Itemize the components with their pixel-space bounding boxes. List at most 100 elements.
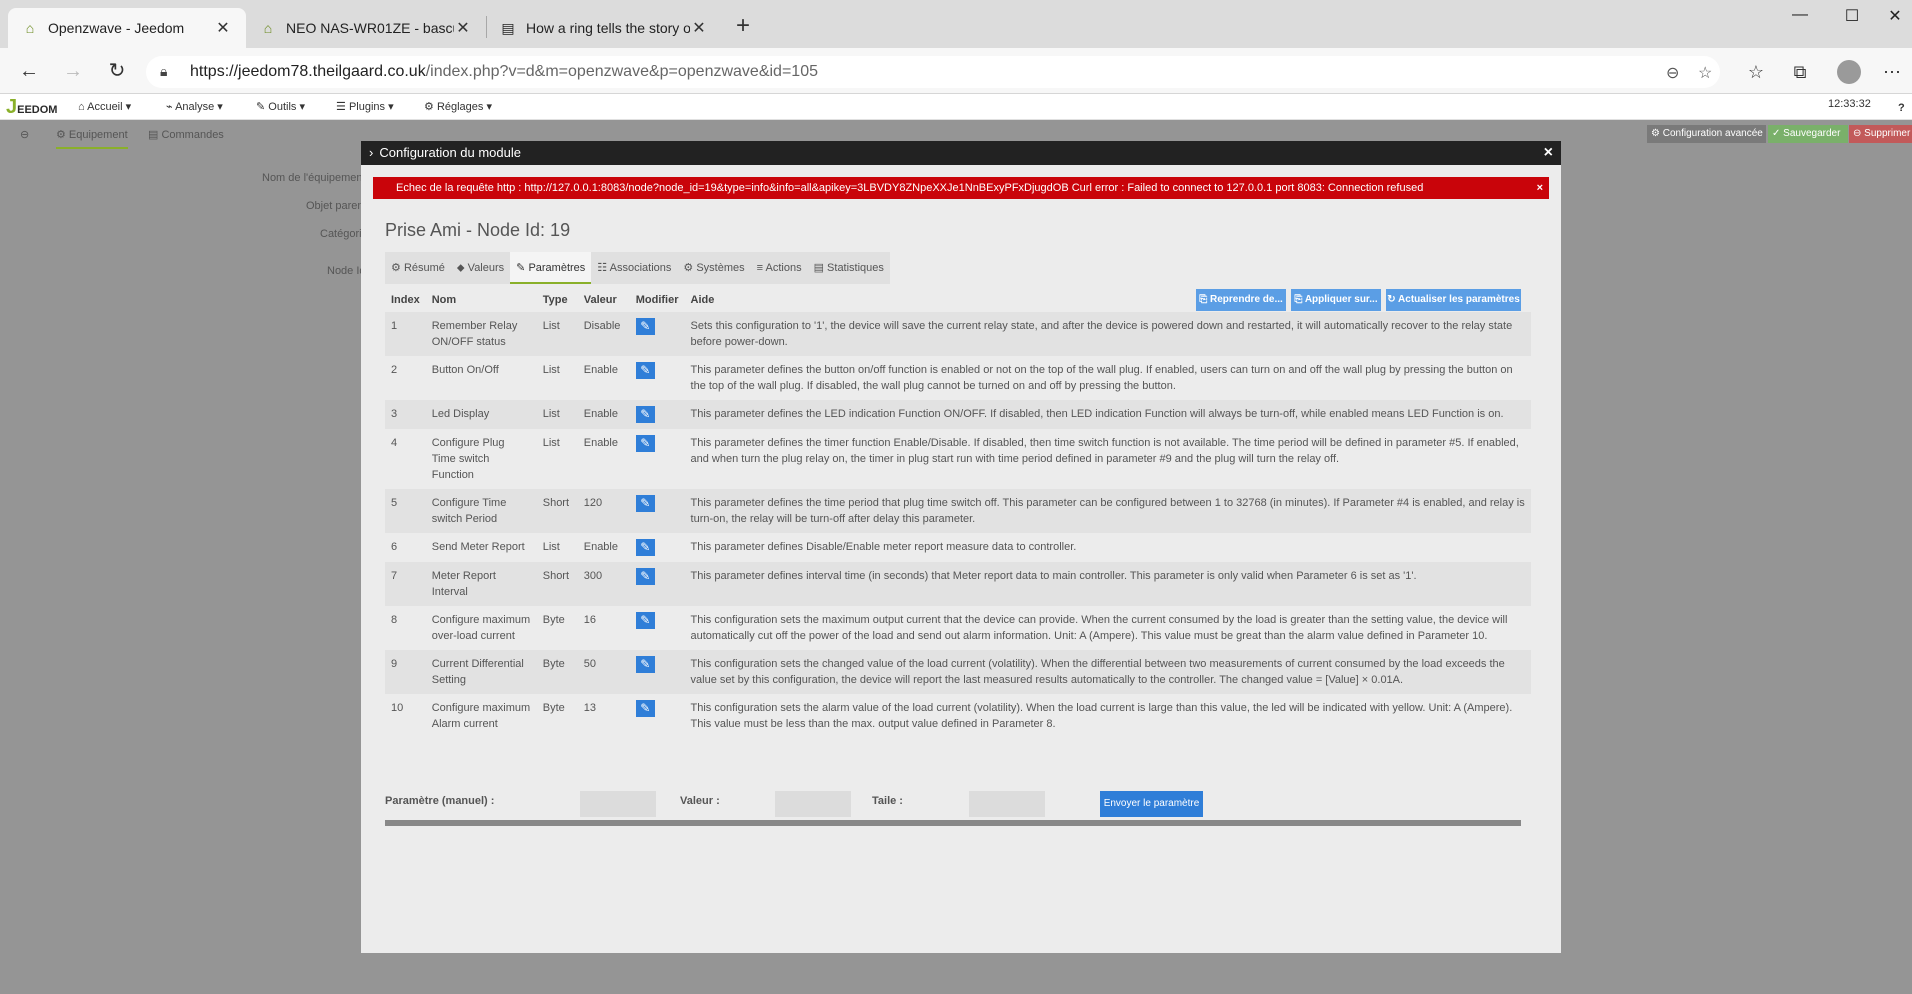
manual-param-input[interactable] [580,791,656,817]
edit-wrench-icon[interactable]: ✎ [635,318,655,335]
maximize-icon[interactable]: ☐ [1837,6,1867,26]
param-value: Enable [577,400,630,429]
tab-actions[interactable]: ≡ Actions [751,252,808,284]
param-help: This configuration sets the changed valu… [684,650,1531,694]
param-name: Configure maximum Alarm current [425,694,537,738]
jeedom-favicon-icon: ⌂ [263,20,273,36]
param-value: Enable [577,356,630,400]
forward-arrow-icon[interactable]: → [58,56,88,86]
label-node-id: Node Id [327,265,366,277]
address-bar[interactable]: 🔒︎ https://jeedom78.theilgaard.co.uk/ind… [146,56,1720,88]
more-menu-icon[interactable]: ⋯ [1880,62,1904,83]
help-icon[interactable]: ? [1898,102,1905,114]
zoom-icon[interactable]: ⊖ [1666,63,1679,83]
tab-systemes[interactable]: ⚙ Systèmes [677,252,750,284]
param-value: Enable [577,429,630,489]
tab-parametres[interactable]: ✎ Paramètres [510,252,592,284]
new-tab-button[interactable]: + [728,12,758,40]
param-name: Remember Relay ON/OFF status [425,312,537,356]
tab-commandes[interactable]: ▤ Commandes [148,128,224,141]
close-icon[interactable]: × [1544,141,1553,165]
menu-outils[interactable]: ✎ Outils ▾ [256,100,305,113]
tab-statistiques[interactable]: ▤ Statistiques [808,252,890,284]
menu-analyse[interactable]: ⌁ Analyse ▾ [166,100,223,113]
delete-button[interactable]: ⊖ Supprimer [1849,125,1912,143]
param-help: This parameter defines the timer functio… [684,429,1531,489]
param-modify: ✎ [629,356,685,400]
manual-value-label: Valeur : [680,795,720,807]
edit-wrench-icon[interactable]: ✎ [635,406,655,423]
edit-wrench-icon[interactable]: ✎ [635,495,655,512]
manual-param-label: Paramètre (manuel) : [385,795,495,807]
back-circle-icon[interactable]: ⊖ [20,128,29,141]
manual-value-input[interactable] [775,791,851,817]
param-help: This parameter defines interval time (in… [684,562,1531,606]
favorites-icon[interactable]: ☆ [1744,62,1768,83]
module-config-modal: › Configuration du module × Echec de la r… [361,141,1561,953]
param-modify: ✎ [629,312,685,356]
menu-reglages[interactable]: ⚙ Réglages ▾ [424,100,492,113]
param-modify: ✎ [629,429,685,489]
edit-wrench-icon[interactable]: ✎ [635,362,655,379]
browser-tab[interactable]: ⌂ NEO NAS-WR01ZE - basculement ✕ [246,8,486,48]
param-type: Byte [536,650,578,694]
browser-tab[interactable]: ▤ How a ring tells the story of a for ✕ [486,8,722,48]
dashboard-icon: ⚙ [391,262,401,274]
url-text: https://jeedom78.theilgaard.co.uk/index.… [190,63,818,80]
add-favorite-icon[interactable]: ☆ [1698,63,1712,83]
column-header: Valeur [583,294,617,306]
jeedom-logo[interactable]: JEEDOM [6,96,57,119]
param-type: List [536,400,578,429]
edit-wrench-icon[interactable]: ✎ [635,435,655,452]
param-type: Byte [536,694,578,738]
horizontal-scrollbar[interactable] [385,820,1521,826]
tab-resume[interactable]: ⚙ Résumé [385,252,451,284]
window-close-icon[interactable]: ✕ [1880,6,1910,26]
table-row: 2 Button On/Off List Enable ✎ This param… [385,356,1531,400]
edit-wrench-icon[interactable]: ✎ [635,700,655,717]
site-favicon-icon: ▤ [501,20,515,36]
param-help: Sets this configuration to '1', the devi… [684,312,1531,356]
tab-associations[interactable]: ☷ Associations [591,252,677,284]
minimize-icon[interactable]: — [1785,6,1815,24]
tab-title: NEO NAS-WR01ZE - basculement [286,20,454,36]
label-objet-parent: Objet parent [306,200,367,212]
profile-avatar[interactable] [1837,60,1861,84]
param-name: Configure Time switch Period [425,489,537,533]
param-index: 4 [385,429,426,489]
back-arrow-icon[interactable]: ← [14,56,44,86]
collections-icon[interactable]: ⧉ [1788,62,1812,83]
alert-close-icon[interactable]: × [1537,177,1543,199]
advanced-config-button[interactable]: ⚙ Configuration avancée [1647,125,1766,143]
modal-header: › Configuration du module × [361,141,1561,165]
tab-valeurs[interactable]: ⬥ Valeurs [451,252,510,284]
tab-title: Openzwave - Jeedom [48,20,185,36]
tab-close-icon[interactable]: ✕ [214,18,232,38]
save-button[interactable]: ✓ Sauvegarder [1768,125,1848,143]
gear-icon: ⚙ [424,101,434,113]
menu-plugins[interactable]: ☰ Plugins ▾ [336,100,394,113]
tab-close-icon[interactable]: ✕ [454,18,472,38]
param-modify: ✎ [629,606,685,650]
param-modify: ✎ [629,489,685,533]
send-parameter-button[interactable]: Envoyer le paramètre [1100,791,1203,817]
error-message: Echec de la requête http : http://127.0.… [396,182,1424,194]
param-modify: ✎ [629,694,685,738]
param-help: This parameter defines Disable/Enable me… [684,533,1531,562]
param-modify: ✎ [629,533,685,562]
jeedom-navbar: JEEDOM ⌂ Accueil ▾ ⌁ Analyse ▾ ✎ Outils … [0,94,1912,120]
reload-icon[interactable]: ↻ [102,56,132,86]
browser-tab-active[interactable]: ⌂ Openzwave - Jeedom ✕ [8,8,246,48]
tag-icon: ⬥ [456,262,465,274]
table-row: 3 Led Display List Enable ✎ This paramet… [385,400,1531,429]
edit-wrench-icon[interactable]: ✎ [635,539,655,556]
edit-wrench-icon[interactable]: ✎ [635,656,655,673]
edit-wrench-icon[interactable]: ✎ [635,612,655,629]
table-row: 4 Configure Plug Time switch Function Li… [385,429,1531,489]
menu-accueil[interactable]: ⌂ Accueil ▾ [78,100,131,113]
manual-size-input[interactable] [969,791,1045,817]
param-name: Button On/Off [425,356,537,400]
edit-wrench-icon[interactable]: ✎ [635,568,655,585]
tab-close-icon[interactable]: ✕ [690,18,708,38]
tab-equipement[interactable]: ⚙ Equipement [56,128,128,149]
